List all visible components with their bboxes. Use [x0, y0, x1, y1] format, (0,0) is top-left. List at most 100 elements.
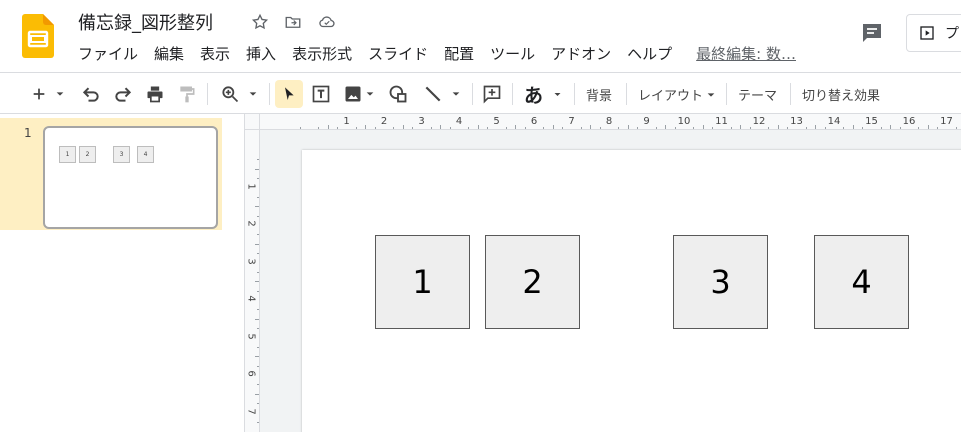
ruler-label: 17 — [940, 116, 953, 127]
select-cursor-icon[interactable] — [275, 80, 303, 108]
ruler-tick — [257, 234, 259, 236]
chevron-down-icon — [56, 92, 64, 96]
menu-addons[interactable]: アドオン — [543, 43, 619, 64]
layout-button[interactable]: レイアウト — [638, 85, 703, 104]
plus-icon — [33, 88, 45, 100]
horizontal-ruler[interactable]: 1 2 3 4 5 6 7 8 9 10 11 12 13 14 15 16 17 — [260, 114, 961, 130]
print-icon[interactable] — [142, 80, 168, 108]
present-button[interactable]: プ — [906, 14, 961, 52]
ruler-tick — [749, 127, 751, 129]
ruler-tick — [927, 125, 929, 129]
ruler-tick — [665, 125, 667, 129]
shape-box-4[interactable]: 4 — [814, 235, 909, 329]
menu-format[interactable]: 表示形式 — [284, 43, 360, 64]
ruler-tick — [843, 127, 845, 129]
shape-box-3[interactable]: 3 — [673, 235, 768, 329]
transition-button[interactable]: 切り替え効果 — [802, 85, 880, 104]
redo-icon[interactable] — [110, 80, 136, 108]
theme-button[interactable]: テーマ — [738, 85, 777, 104]
ruler-tick — [580, 127, 582, 129]
ruler-tick — [918, 127, 920, 129]
thumbnail-shape: 1 — [59, 146, 76, 163]
ruler-tick — [374, 127, 376, 129]
ruler-label: 12 — [752, 116, 766, 127]
ruler-tick — [255, 393, 259, 395]
menu-tools[interactable]: ツール — [482, 43, 543, 64]
toolbar-divider — [574, 83, 575, 105]
ruler-tick — [449, 127, 451, 129]
ruler-tick — [740, 125, 742, 129]
ruler-tick — [412, 127, 414, 129]
comment-history-icon[interactable] — [858, 19, 886, 47]
text-box-icon[interactable] — [307, 80, 335, 108]
menu-slide[interactable]: スライド — [360, 43, 436, 64]
vertical-ruler[interactable]: 1 2 3 4 5 6 7 — [245, 130, 260, 432]
ruler-label: 16 — [902, 116, 916, 127]
filmstrip-slide-1[interactable]: 1 1 2 3 4 — [0, 118, 222, 230]
ruler-tick — [255, 168, 259, 170]
ruler-tick — [468, 127, 470, 129]
ruler-tick — [257, 290, 259, 292]
present-label: プ — [945, 26, 959, 42]
ruler-tick — [880, 127, 882, 129]
ruler-tick — [552, 125, 554, 129]
insert-comment-icon[interactable] — [478, 80, 506, 108]
ruler-label: 1 — [245, 182, 257, 190]
input-tools-glyph: あ — [523, 84, 543, 107]
move-folder-icon[interactable] — [283, 12, 303, 32]
ruler-label: 5 — [493, 116, 500, 127]
ruler-tick — [787, 127, 789, 129]
ruler-tick — [365, 125, 367, 129]
slide-editor-canvas[interactable]: 1 2 3 4 5 6 7 8 9 10 11 12 13 14 15 16 17 1234567 1 2 3 … — [245, 114, 961, 432]
menu-file[interactable]: ファイル — [70, 43, 146, 64]
line-button[interactable] — [418, 80, 466, 108]
ruler-tick — [257, 215, 259, 217]
shape-box-2[interactable]: 2 — [485, 235, 580, 329]
ruler-tick — [730, 127, 732, 129]
document-title[interactable]: 備忘録_図形整列 — [78, 9, 213, 35]
ruler-tick — [257, 271, 259, 273]
paint-format-icon[interactable] — [174, 80, 200, 108]
menu-help[interactable]: ヘルプ — [619, 43, 680, 64]
zoom-button[interactable] — [215, 80, 263, 108]
shape-box-1[interactable]: 1 — [375, 235, 470, 329]
input-tools-button[interactable]: あ — [518, 80, 568, 108]
ruler-tick — [487, 127, 489, 129]
menu-arrange[interactable]: 配置 — [436, 43, 482, 64]
background-button[interactable]: 背景 — [586, 85, 612, 104]
ruler-tick — [257, 403, 259, 405]
slide-filmstrip: 1 1 2 3 4 — [0, 114, 245, 432]
ruler-tick — [257, 365, 259, 367]
slide-thumbnail[interactable]: 1 2 3 4 — [43, 126, 218, 229]
ruler-label: 9 — [643, 116, 650, 127]
ruler-tick — [590, 125, 592, 129]
undo-icon[interactable] — [78, 80, 104, 108]
ruler-tick — [852, 125, 854, 129]
ruler-tick — [327, 125, 329, 129]
ruler-tick — [355, 127, 357, 129]
insert-image-button[interactable] — [339, 80, 379, 108]
menu-insert[interactable]: 挿入 — [238, 43, 284, 64]
new-slide-button[interactable] — [24, 80, 72, 108]
ruler-label: 13 — [790, 116, 803, 127]
image-icon — [345, 86, 361, 102]
ruler-tick — [543, 127, 545, 129]
last-edit-link[interactable]: 最終編集: 数… — [680, 43, 796, 64]
ruler-corner — [245, 114, 260, 130]
ruler-tick — [599, 127, 601, 129]
slide-page[interactable]: 1 2 3 4 — [302, 150, 961, 432]
ruler-label: 2 — [380, 116, 388, 127]
star-icon[interactable] — [250, 12, 270, 32]
cloud-saved-icon[interactable] — [317, 12, 337, 32]
toolbar-divider — [269, 83, 270, 105]
chevron-down-icon[interactable] — [706, 90, 716, 100]
ruler-tick — [255, 243, 259, 245]
ruler-tick — [440, 125, 442, 129]
menu-view[interactable]: 表示 — [192, 43, 238, 64]
ruler-tick — [637, 127, 639, 129]
ruler-tick — [805, 127, 807, 129]
shape-icon[interactable] — [384, 80, 412, 108]
ruler-tick — [937, 127, 939, 129]
menu-edit[interactable]: 編集 — [146, 43, 192, 64]
slides-logo-icon[interactable] — [22, 14, 54, 58]
